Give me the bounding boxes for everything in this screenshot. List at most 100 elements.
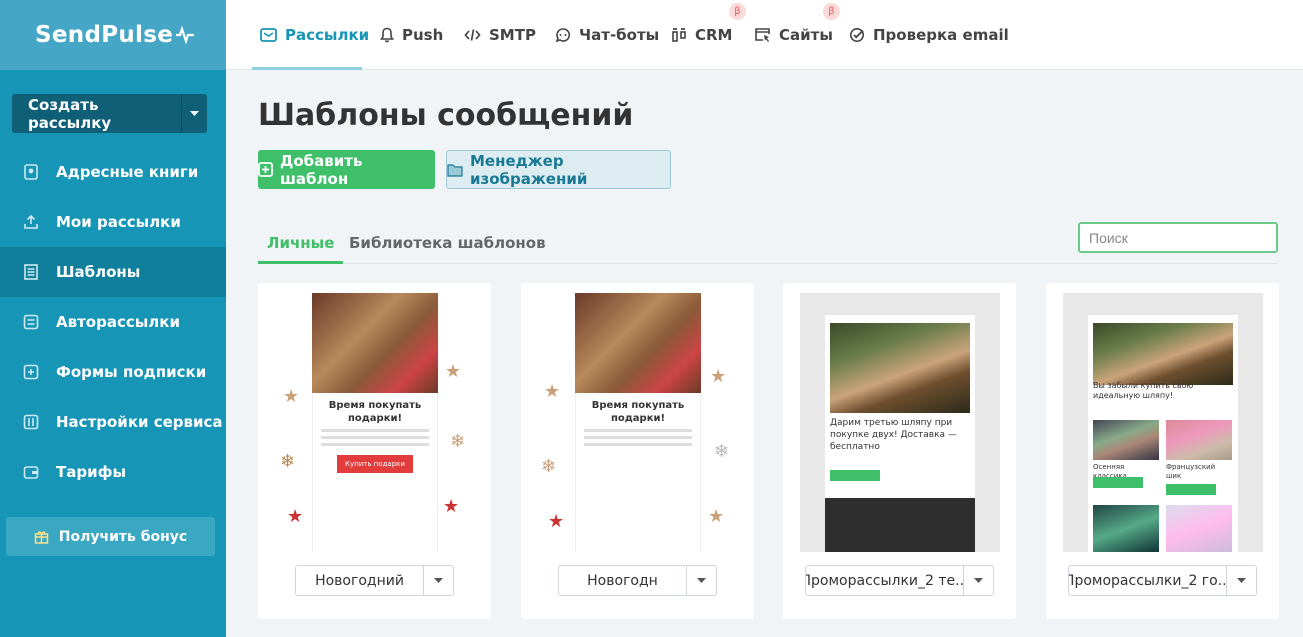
text-line <box>321 443 429 446</box>
tab-smtp[interactable]: SMTP <box>464 0 536 70</box>
text-line <box>321 429 429 432</box>
search-input[interactable] <box>1078 222 1278 253</box>
image-manager-button[interactable]: Менеджер изображений <box>446 150 671 189</box>
caret-down-icon <box>434 577 443 583</box>
promo-template-preview: Вы забыли купить свою идеальную шляпу! О… <box>1063 293 1263 552</box>
tab-personal[interactable]: Личные <box>258 222 344 264</box>
snowflake-icon: ❄ <box>280 451 296 472</box>
tab-push[interactable]: Push <box>380 0 443 70</box>
sidebar-item-subscription-forms[interactable]: Формы подписки <box>0 347 226 397</box>
template-heading: Дарим третью шляпу при покупке двух! Дос… <box>830 418 957 452</box>
tab-label: Сайты <box>779 26 833 44</box>
star-icon: ★ <box>708 506 725 527</box>
folder-icon <box>447 163 463 177</box>
add-template-button[interactable]: Добавить шаблон <box>258 150 435 189</box>
product-photo <box>1166 505 1232 552</box>
sidebar-item-label: Формы подписки <box>56 363 207 381</box>
get-bonus-button[interactable]: Получить бонус <box>6 517 215 556</box>
sidebar-item-settings[interactable]: Настройки сервиса <box>0 397 226 447</box>
tab-label: Чат-боты <box>579 26 660 44</box>
sidebar-item-address-books[interactable]: Адресные книги <box>0 147 226 197</box>
template-name[interactable]: Проморассылки_2 го... <box>1069 566 1227 595</box>
get-bonus-label: Получить бонус <box>58 528 188 545</box>
template-thumbnail[interactable]: Вы забыли купить свою идеальную шляпу! О… <box>1063 293 1263 552</box>
sidebar-item-my-campaigns[interactable]: Мои рассылки <box>0 197 226 247</box>
brand-logo[interactable]: SendPulse <box>35 22 195 48</box>
text-line <box>321 436 429 439</box>
star-icon: ★ <box>710 366 727 387</box>
page-title: Шаблоны сообщений <box>258 98 634 133</box>
product-photo <box>1166 420 1232 460</box>
sidebar-item-label: Адресные книги <box>56 163 199 181</box>
create-campaign-button[interactable]: Создать рассылку <box>12 94 207 133</box>
sidebar-item-automation[interactable]: Авторассылки <box>0 297 226 347</box>
star-icon: ★ <box>287 506 304 527</box>
template-card[interactable]: Вы забыли купить свою идеальную шляпу! О… <box>1046 283 1279 619</box>
product-label: Французский шик <box>1166 463 1216 480</box>
sidebar-item-tariffs[interactable]: Тарифы <box>0 447 226 497</box>
site-icon <box>754 27 771 43</box>
template-cta <box>830 470 880 481</box>
sidebar-item-label: Тарифы <box>56 463 127 481</box>
sidebar-item-label: Авторассылки <box>56 313 180 331</box>
sidebar: SendPulse Создать рассылку Адресные книг… <box>0 0 226 637</box>
wallet-icon <box>22 463 40 481</box>
template-card[interactable]: ★ ❄ ★ ★ ❄ ★ Время покупать подарки! Купи… <box>258 283 491 619</box>
template-panel: Дарим третью шляпу при покупке двух! Дос… <box>825 315 975 552</box>
template-card[interactable]: Дарим третью шляпу при покупке двух! Дос… <box>783 283 1016 619</box>
template-thumbnail[interactable]: ★ ❄ ★ ★ ❄ ★ Время покупать подарки! <box>538 293 738 552</box>
code-icon <box>464 28 481 42</box>
tab-crm[interactable]: CRM β <box>671 0 746 70</box>
add-template-label: Добавить шаблон <box>280 151 363 188</box>
template-actions-dropdown[interactable] <box>687 566 716 595</box>
template-actions-dropdown[interactable] <box>424 566 453 595</box>
crm-icon <box>671 27 687 43</box>
create-campaign-dropdown[interactable] <box>181 94 207 133</box>
gift-photo <box>575 293 701 393</box>
christmas-template-preview: ★ ❄ ★ ★ ❄ ★ Время покупать подарки! <box>538 293 738 552</box>
upload-icon <box>22 213 40 231</box>
star-icon: ★ <box>445 361 462 382</box>
template-panel: Вы забыли купить свою идеальную шляпу! О… <box>1088 315 1238 552</box>
christmas-template-preview: ★ ❄ ★ ★ ❄ ★ Время покупать подарки! Купи… <box>275 293 475 552</box>
caret-down-icon <box>190 110 199 116</box>
tab-chatbots[interactable]: Чат-боты <box>555 0 659 70</box>
template-cta <box>1093 477 1143 488</box>
template-actions-dropdown[interactable] <box>964 566 993 595</box>
template-name-select[interactable]: Новогодний <box>295 565 454 596</box>
create-campaign-label[interactable]: Создать рассылку <box>12 94 181 133</box>
brand-name: SendPulse <box>35 22 174 48</box>
template-thumbnail[interactable]: Дарим третью шляпу при покупке двух! Дос… <box>800 293 1000 552</box>
template-actions-dropdown[interactable] <box>1227 566 1256 595</box>
tab-campaigns[interactable]: Рассылки <box>260 0 369 70</box>
template-name-select[interactable]: Проморассылки_2 те... <box>805 565 994 596</box>
mail-icon <box>260 28 277 42</box>
sidebar-item-templates[interactable]: Шаблоны <box>0 247 226 297</box>
tab-email-verification[interactable]: Проверка email <box>849 0 1009 70</box>
caret-down-icon <box>974 577 983 583</box>
text-line <box>584 436 692 439</box>
template-thumbnail[interactable]: ★ ❄ ★ ★ ❄ ★ Время покупать подарки! Купи… <box>275 293 475 552</box>
template-name[interactable]: Новогодний <box>296 566 424 595</box>
promo-template-preview: Дарим третью шляпу при покупке двух! Дос… <box>800 293 1000 552</box>
template-name-select[interactable]: Проморассылки_2 го... <box>1068 565 1257 596</box>
text-line <box>584 443 692 446</box>
chat-icon <box>555 27 571 43</box>
check-icon <box>849 27 865 43</box>
form-icon <box>22 363 40 381</box>
star-icon: ★ <box>283 386 300 407</box>
template-name[interactable]: Новогодн <box>559 566 687 595</box>
tab-label: Push <box>402 26 444 44</box>
tab-template-library[interactable]: Библиотека шаблонов <box>349 222 546 263</box>
template-cta <box>1166 484 1216 495</box>
tab-sites[interactable]: Сайты β <box>754 0 840 70</box>
star-icon: ★ <box>544 381 561 402</box>
settings-icon <box>22 413 40 431</box>
template-name[interactable]: Проморассылки_2 те... <box>806 566 964 595</box>
template-heading: Время покупать подарки! <box>591 400 685 424</box>
template-card[interactable]: ★ ❄ ★ ★ ❄ ★ Время покупать подарки! Ново… <box>521 283 754 619</box>
tab-label: CRM <box>695 26 733 44</box>
template-name-select[interactable]: Новогодн <box>558 565 717 596</box>
automation-icon <box>22 313 40 331</box>
template-panel: Время покупать подарки! <box>575 393 701 552</box>
